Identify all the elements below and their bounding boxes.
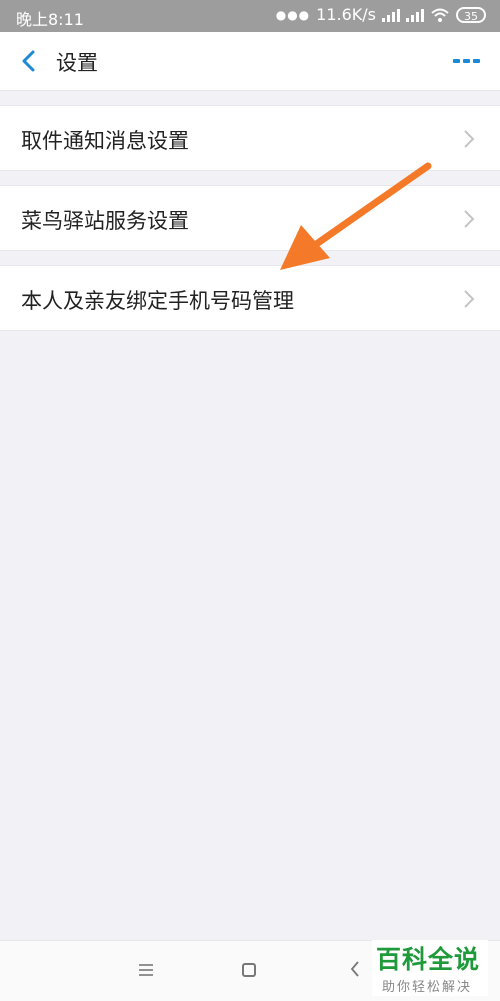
page-title: 设置 (56, 51, 98, 75)
back-triangle-icon[interactable] (350, 960, 360, 978)
chevron-right-icon (464, 210, 475, 228)
watermark-logo: 百科全说 助你轻松解决 (372, 940, 488, 996)
signal-icon-2 (406, 8, 424, 22)
watermark-title: 百科全说 (376, 945, 481, 974)
more-notifications-icon: ●●● (275, 7, 311, 22)
settings-item-label: 本人及亲友绑定手机号码管理 (21, 289, 294, 313)
status-bar: 晚上8:11 ●●● 11.6K/s 35 (0, 0, 500, 32)
menu-icon[interactable] (138, 963, 154, 977)
chevron-right-icon (464, 290, 475, 308)
home-square-icon[interactable] (242, 963, 256, 977)
watermark-subtitle: 助你轻松解决 (382, 980, 473, 995)
chevron-left-icon[interactable] (16, 47, 42, 75)
settings-item-pickup-notification[interactable]: 取件通知消息设置 (0, 105, 500, 171)
signal-icon (382, 8, 400, 22)
network-speed: 11.6K/s (316, 5, 376, 24)
settings-item-phone-binding[interactable]: 本人及亲友绑定手机号码管理 (0, 265, 500, 331)
more-dots-icon[interactable] (453, 59, 480, 63)
app-header: 设置 (0, 32, 500, 91)
battery-icon: 35 (456, 6, 486, 23)
status-time: 晚上8:11 (16, 10, 84, 29)
settings-item-label: 菜鸟驿站服务设置 (21, 209, 189, 233)
settings-item-station-service[interactable]: 菜鸟驿站服务设置 (0, 185, 500, 251)
chevron-right-icon (464, 130, 475, 148)
settings-item-label: 取件通知消息设置 (21, 129, 189, 153)
wifi-icon (431, 8, 449, 22)
status-indicators: ●●● 11.6K/s 35 (276, 5, 486, 24)
